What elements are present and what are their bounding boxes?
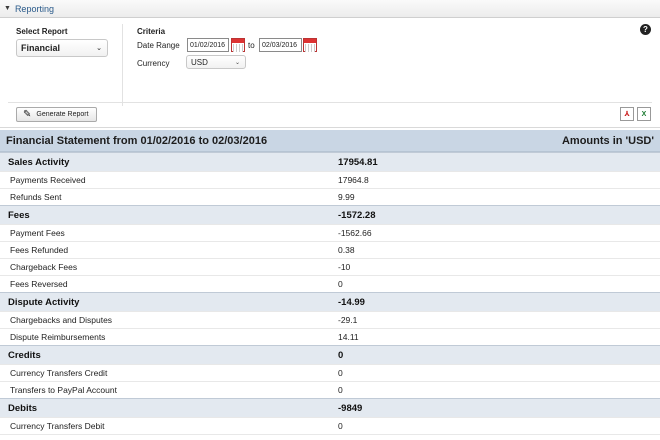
- row-label: Chargebacks and Disputes: [10, 315, 113, 325]
- row-value: 17964.8: [338, 175, 369, 185]
- section-name: Fees: [8, 209, 30, 221]
- row-label: Chargeback Fees: [10, 262, 78, 272]
- row-value: 0: [338, 368, 343, 378]
- chevron-down-icon[interactable]: ▼: [4, 5, 11, 12]
- financial-statement: Financial Statement from 01/02/2016 to 0…: [0, 130, 660, 440]
- row-label: Refunds Sent: [10, 192, 62, 202]
- table-row: Dispute Reimbursements 14.11: [0, 328, 660, 345]
- report-criteria-area: Select Report Financial ⌄ Criteria Date …: [0, 18, 660, 128]
- date-to-input[interactable]: 02/03/2016: [259, 38, 302, 52]
- table-row: Chargeback Fees -10: [0, 258, 660, 275]
- panel-title: Reporting: [14, 3, 54, 14]
- row-value: 0.38: [338, 245, 355, 255]
- column-divider: [122, 24, 123, 106]
- row-value: 9.99: [338, 192, 355, 202]
- chevron-down-icon: ⌄: [96, 45, 102, 52]
- row-label: Currency Transfers Credit: [10, 368, 108, 378]
- report-type-value: Financial: [21, 43, 61, 53]
- statement-body: Sales Activity 17954.81 Payments Received 1…: [0, 152, 660, 440]
- section-total: -9849: [338, 402, 363, 414]
- section-name: Debits: [8, 402, 38, 414]
- help-icon[interactable]: ?: [640, 24, 651, 35]
- table-row: Fees Refunded 0.38: [0, 241, 660, 258]
- row-label: Payment Fees: [10, 228, 65, 238]
- section-row: Debits -9849: [0, 398, 660, 417]
- date-from-input[interactable]: 01/02/2016: [187, 38, 229, 52]
- currency-select[interactable]: USD ⌄: [186, 55, 246, 69]
- section-total: -14.99: [338, 296, 365, 308]
- row-label: Fees Reversed: [10, 279, 68, 289]
- row-label: Currency Transfers Debit: [10, 421, 105, 431]
- row-label: Transfers to PayPal Account: [10, 385, 117, 395]
- pdf-export-icon[interactable]: ⅄: [620, 107, 634, 121]
- table-row: Refunds Sent 9.99: [0, 188, 660, 205]
- section-row: Fees -1572.28: [0, 205, 660, 224]
- section-row: Sales Activity 17954.81: [0, 152, 660, 171]
- section-name: Dispute Activity: [8, 296, 80, 308]
- row-value: 14.11: [338, 332, 359, 342]
- row-value: -10: [338, 262, 351, 272]
- statement-title: Financial Statement from 01/02/2016 to 0…: [6, 134, 268, 147]
- section-name: Sales Activity: [8, 156, 70, 168]
- reporting-panel-header[interactable]: ▼ Reporting: [0, 0, 660, 18]
- section-total: -1572.28: [338, 209, 376, 221]
- report-type-select[interactable]: Financial ⌄: [16, 39, 108, 57]
- currency-label: Currency: [137, 59, 170, 68]
- section-name: Credits: [8, 349, 41, 361]
- excel-export-icon[interactable]: X: [637, 107, 651, 121]
- table-row: Transfers from PayPal Account-9849: [0, 434, 660, 440]
- row-label: Dispute Reimbursements: [10, 332, 106, 342]
- statement-header: Financial Statement from 01/02/2016 to 0…: [0, 130, 660, 152]
- pencil-icon: ✎: [23, 109, 32, 120]
- table-row: Payments Received 17964.8: [0, 171, 660, 188]
- chevron-down-icon: ⌄: [234, 59, 240, 66]
- generate-report-button[interactable]: ✎ Generate Report: [16, 107, 97, 122]
- criteria-label: Criteria: [137, 27, 166, 36]
- date-range-label: Date Range: [137, 41, 180, 50]
- calendar-icon[interactable]: [231, 38, 245, 52]
- row-label: Fees Refunded: [10, 245, 69, 255]
- row-value: -1562.66: [338, 228, 372, 238]
- row-value: 0: [338, 279, 343, 289]
- row-value: 0: [338, 385, 343, 395]
- row-label: Payments Received: [10, 175, 86, 185]
- section-total: 0: [338, 349, 344, 361]
- date-to-label: to: [248, 41, 255, 50]
- section-row: Credits 0: [0, 345, 660, 364]
- amounts-currency-label: Amounts in 'USD': [561, 134, 654, 147]
- generate-report-label: Generate Report: [36, 111, 89, 118]
- table-row: Payment Fees -1562.66: [0, 224, 660, 241]
- toolbar-divider: [8, 102, 652, 103]
- currency-value: USD: [191, 57, 208, 67]
- table-row: Currency Transfers Debit 0: [0, 417, 660, 434]
- section-total: 17954.81: [338, 156, 378, 168]
- table-row: Currency Transfers Credit 0: [0, 364, 660, 381]
- row-value: 0: [338, 421, 343, 431]
- table-row: Chargebacks and Disputes -29.1: [0, 311, 660, 328]
- table-row: Fees Reversed 0: [0, 275, 660, 292]
- row-value: -29.1: [338, 315, 358, 325]
- table-row: Transfers to PayPal Account 0: [0, 381, 660, 398]
- calendar-icon[interactable]: [303, 38, 317, 52]
- section-row: Dispute Activity -14.99: [0, 292, 660, 311]
- select-report-label: Select Report: [16, 27, 68, 36]
